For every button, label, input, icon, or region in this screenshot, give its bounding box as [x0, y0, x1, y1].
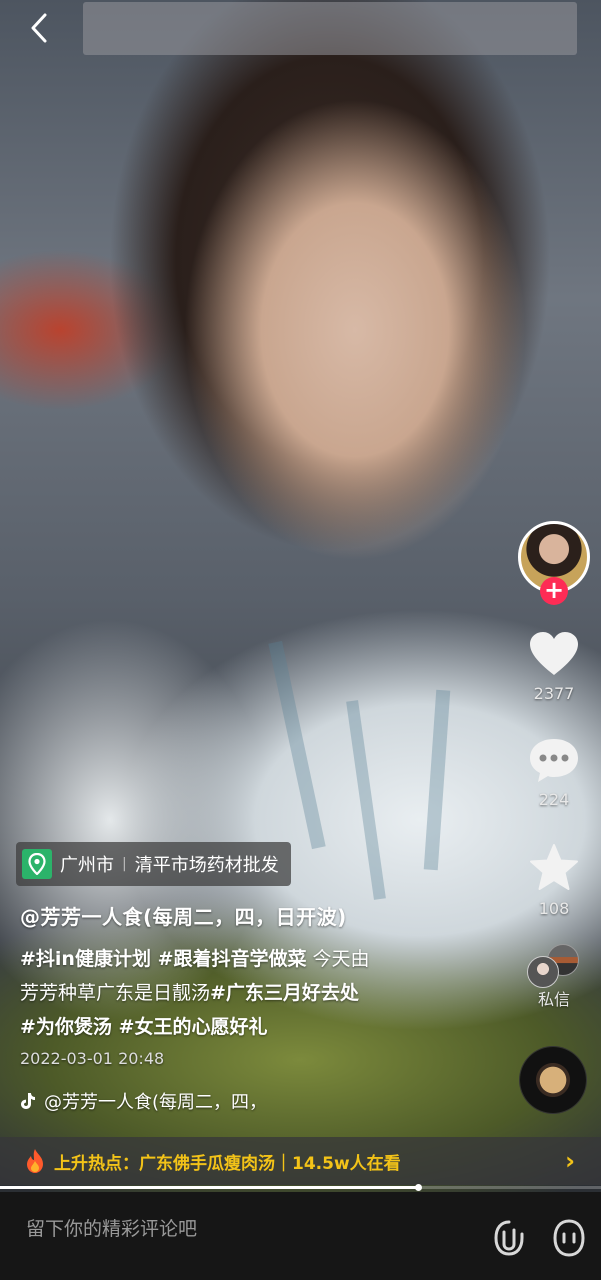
top-bar: [0, 0, 601, 60]
favorite-button[interactable]: 108: [519, 843, 589, 918]
progress-fill: [0, 1186, 418, 1189]
hot-topic-text: 上升热点：广东佛手瓜瘦肉汤｜14.5w人在看: [54, 1153, 401, 1174]
music-title: @芳芳一人食(每周二，四，: [44, 1092, 268, 1113]
emoji-icon[interactable]: [552, 1218, 586, 1258]
music-info[interactable]: @芳芳一人食(每周二，四，: [20, 1088, 267, 1114]
chevron-right-icon: ›: [565, 1147, 575, 1175]
bottom-comment-bar: 留下你的精彩评论吧: [0, 1192, 601, 1280]
music-disc-button[interactable]: [520, 1047, 586, 1113]
like-button[interactable]: 2377: [519, 630, 589, 703]
hashtag[interactable]: #为你煲汤 #女王的心愿好礼: [20, 1016, 267, 1038]
comment-icon: [530, 739, 578, 782]
comment-input[interactable]: 留下你的精彩评论吧: [26, 1214, 197, 1241]
heart-icon: [530, 632, 578, 675]
avatar: [527, 956, 559, 988]
scarf-stripe: [268, 640, 326, 850]
author-name[interactable]: @芳芳一人食(每周二，四，日开波): [20, 901, 347, 930]
scarf-stripe: [423, 689, 451, 871]
playback-progress[interactable]: [0, 1184, 601, 1191]
dm-button[interactable]: 私信: [519, 944, 589, 1010]
post-caption: #抖in健康计划 #跟着抖音学做菜 今天由 芳芳种草广东是日靓汤#广东三月好去处…: [20, 942, 460, 1044]
location-tag[interactable]: 广州市 | 清平市场药材批发: [16, 842, 291, 886]
hashtag[interactable]: #广东三月好去处: [210, 982, 359, 1004]
search-box[interactable]: [83, 2, 577, 55]
location-city: 广州市: [60, 855, 114, 876]
follow-button[interactable]: +: [540, 577, 568, 605]
caption-line: 芳芳种草广东是日靓汤#广东三月好去处: [20, 976, 460, 1010]
caption-text: 今天由: [306, 948, 370, 970]
back-button[interactable]: [24, 10, 54, 46]
favorite-count: 108: [538, 899, 570, 918]
back-icon: [31, 13, 47, 43]
dm-label: 私信: [537, 990, 570, 1009]
progress-handle[interactable]: [414, 1184, 422, 1191]
comment-button[interactable]: 224: [519, 736, 589, 809]
dm-avatars: [519, 944, 589, 988]
flame-icon: [27, 1149, 43, 1173]
location-place: 清平市场药材批发: [134, 855, 279, 876]
caption-line: #为你煲汤 #女王的心愿好礼: [20, 1010, 460, 1044]
star-icon: [530, 844, 578, 890]
hashtag[interactable]: #抖in健康计划 #跟着抖音学做菜: [20, 948, 307, 970]
tiktok-note-icon: [21, 1093, 35, 1109]
post-date: 2022-03-01 20:48: [20, 1049, 165, 1068]
caption-text: 芳芳种草广东是日靓汤: [20, 982, 211, 1004]
at-icon[interactable]: [492, 1218, 526, 1258]
like-count: 2377: [533, 684, 575, 703]
caption-line: #抖in健康计划 #跟着抖音学做菜 今天由: [20, 942, 460, 976]
hot-topic-bar[interactable]: 上升热点：广东佛手瓜瘦肉汤｜14.5w人在看 ›: [0, 1137, 601, 1185]
scarf-stripe: [346, 700, 386, 900]
creator-avatar-button[interactable]: +: [518, 521, 590, 605]
location-separator: |: [122, 856, 127, 872]
location-pin-icon: [22, 849, 52, 879]
comment-count: 224: [538, 790, 570, 809]
